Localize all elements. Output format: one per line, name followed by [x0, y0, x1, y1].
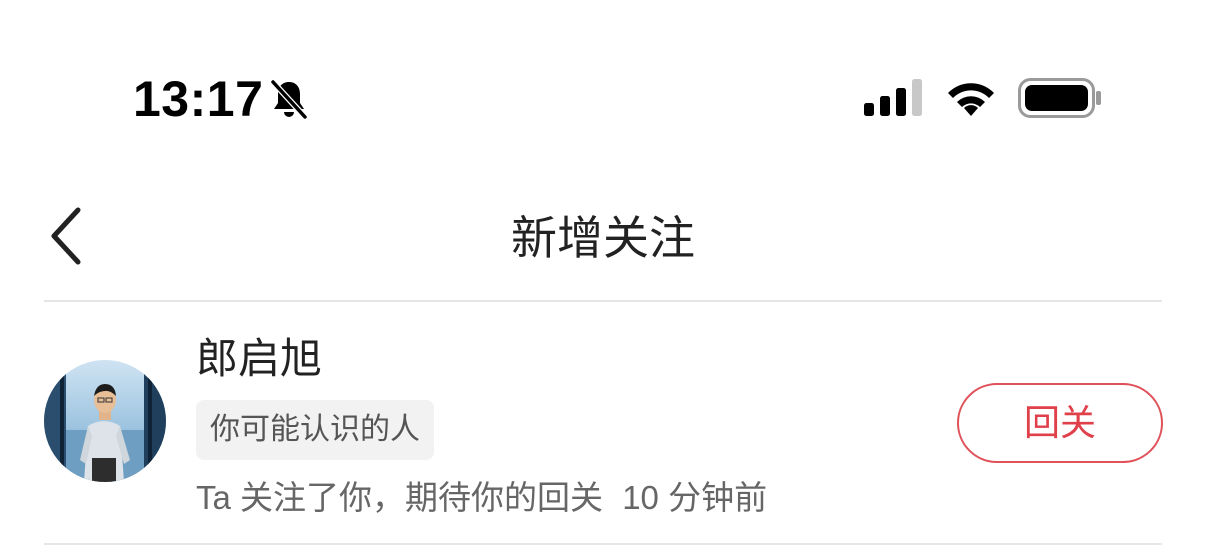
cellular-signal-icon — [864, 79, 922, 116]
follow-message-text: Ta 关注了你，期待你的回关 — [196, 479, 604, 516]
avatar[interactable] — [44, 360, 166, 482]
follow-back-button[interactable]: 回关 — [957, 383, 1163, 463]
follow-message: Ta 关注了你，期待你的回关 10 分钟前 — [196, 474, 767, 522]
row-divider — [44, 543, 1162, 545]
avatar-image — [44, 360, 166, 482]
page-title: 新增关注 — [511, 212, 695, 264]
screen: 13:17 新增关注 郎启旭 你可能认识的人 Ta 关注了你，期待你的回关 10… — [0, 0, 1206, 555]
wifi-icon — [948, 83, 994, 116]
battery-icon — [1018, 78, 1101, 118]
relation-tag: 你可能认识的人 — [196, 400, 434, 460]
bell-slash-icon — [270, 79, 308, 120]
status-time: 13:17 — [133, 71, 264, 127]
user-name[interactable]: 郎启旭 — [196, 332, 322, 386]
timestamp: 10 分钟前 — [622, 479, 768, 516]
follower-list-item[interactable]: 郎启旭 你可能认识的人 Ta 关注了你，期待你的回关 10 分钟前 回关 — [0, 302, 1206, 545]
